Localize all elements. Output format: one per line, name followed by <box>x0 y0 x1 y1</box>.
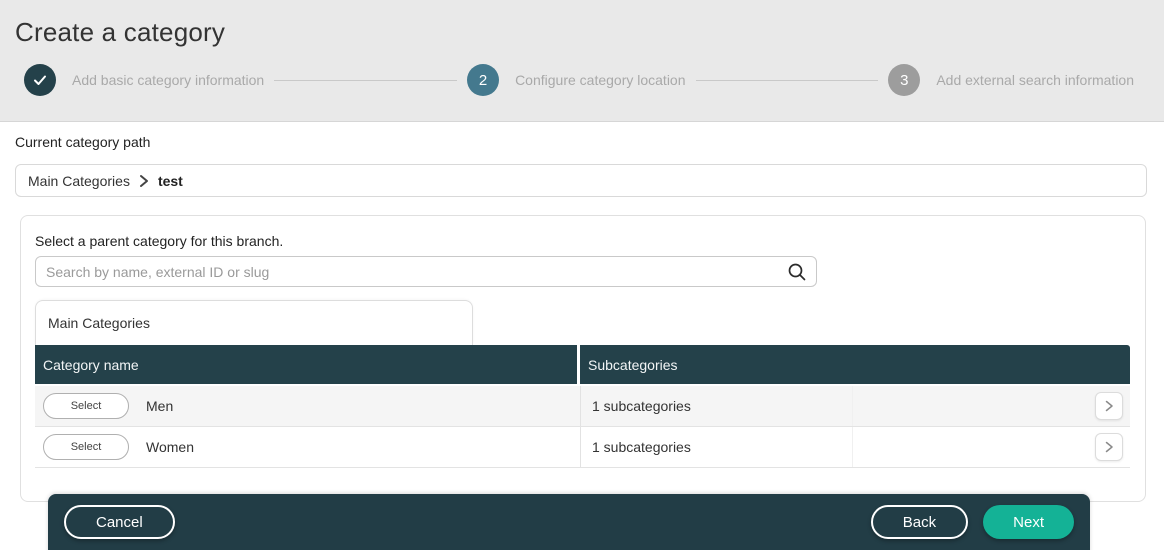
expand-cell <box>852 427 1130 467</box>
step-category-location[interactable]: 2 Configure category location <box>467 64 686 96</box>
chevron-right-icon <box>139 174 149 188</box>
step-basic-info[interactable]: Add basic category information <box>24 64 264 96</box>
step-external-search[interactable]: 3 Add external search information <box>888 64 1134 96</box>
table-row: Select Women 1 subcategories <box>35 427 1130 468</box>
expand-row-button[interactable] <box>1095 433 1123 461</box>
chevron-right-icon <box>1102 399 1116 413</box>
search-input[interactable] <box>35 256 817 287</box>
step-2-indicator: 2 <box>467 64 500 96</box>
step-2-label: Configure category location <box>515 72 686 88</box>
main-content: Current category path Main Categories te… <box>0 122 1164 502</box>
back-button[interactable]: Back <box>870 505 969 539</box>
category-name-cell: Select Men <box>35 386 580 426</box>
check-icon <box>32 72 48 88</box>
table-header: Category name Subcategories <box>35 345 1130 384</box>
select-button[interactable]: Select <box>43 434 129 460</box>
tab-label: Main Categories <box>48 315 150 331</box>
cancel-button[interactable]: Cancel <box>64 505 175 539</box>
step-1-label: Add basic category information <box>72 72 265 88</box>
chevron-right-icon <box>1102 440 1116 454</box>
create-category-screen: Create a category Add basic category inf… <box>0 0 1164 550</box>
stepper-connector <box>274 79 458 81</box>
wizard-stepper: Add basic category information 2 Configu… <box>24 64 1134 96</box>
page-title: Create a category <box>15 17 226 47</box>
subcategories-cell: 1 subcategories <box>580 386 852 426</box>
step-3-label: Add external search information <box>936 72 1135 88</box>
select-button[interactable]: Select <box>43 393 129 419</box>
expand-row-button[interactable] <box>1095 392 1123 420</box>
panel-instruction: Select a parent category for this branch… <box>35 233 284 249</box>
breadcrumb-root[interactable]: Main Categories <box>28 173 130 189</box>
category-search <box>35 256 817 287</box>
category-name-cell: Select Women <box>35 427 580 467</box>
breadcrumb-current: test <box>157 172 183 189</box>
current-path-label: Current category path <box>15 134 151 150</box>
category-name: Women <box>146 439 194 455</box>
breadcrumb: Main Categories test <box>15 164 1147 197</box>
step-1-indicator <box>24 64 56 96</box>
tab-main-categories[interactable]: Main Categories <box>35 300 473 345</box>
search-icon[interactable] <box>785 260 809 284</box>
action-bar: Cancel Back Next <box>48 494 1090 550</box>
expand-cell <box>852 386 1130 426</box>
column-header-subcategories: Subcategories <box>580 345 1130 384</box>
step-3-indicator: 3 <box>888 64 921 96</box>
table-row: Select Men 1 subcategories <box>35 386 1130 427</box>
stepper-connector <box>695 79 879 81</box>
parent-category-panel: Select a parent category for this branch… <box>20 215 1146 502</box>
category-name: Men <box>146 398 174 414</box>
column-header-category-name: Category name <box>35 345 577 384</box>
page-header: Create a category Add basic category inf… <box>0 0 1164 122</box>
category-table: Category name Subcategories Select Men 1… <box>35 345 1130 468</box>
subcategories-cell: 1 subcategories <box>580 427 852 467</box>
next-button[interactable]: Next <box>983 505 1074 539</box>
